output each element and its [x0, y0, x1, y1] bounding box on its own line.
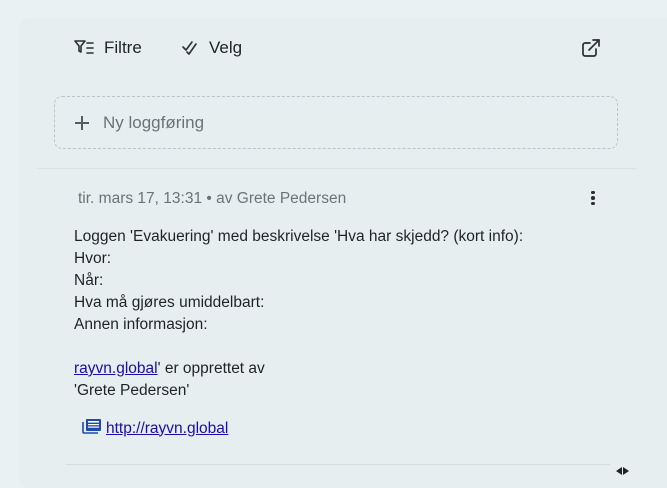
plus-icon: [75, 115, 89, 130]
entry-line: Hva må gjøres umiddelbart:: [74, 294, 265, 311]
arrow-right-icon: [623, 467, 629, 475]
entry-meta: tir. mars 17, 13:31 • av Grete Pedersen: [78, 190, 347, 207]
entry-line: Hvor:: [74, 250, 112, 267]
entry-line: Loggen 'Evakuering' med beskrivelse 'Hva…: [74, 228, 524, 245]
entry-line: Annen informasjon:: [74, 316, 208, 333]
filter-icon: [74, 39, 94, 57]
open-external-button[interactable]: [581, 36, 601, 60]
select-label: Velg: [209, 38, 243, 57]
link-suffix: ' er opprettet av: [157, 360, 265, 377]
attachment-link[interactable]: http://rayvn.global: [82, 418, 228, 439]
section-divider: [37, 168, 637, 169]
entry-line: Når:: [74, 272, 104, 289]
filter-label: Filtre: [104, 38, 142, 57]
entry-divider: [66, 464, 610, 465]
new-entry-placeholder: Ny loggføring: [103, 112, 205, 132]
entry-body: Loggen 'Evakuering' med beskrivelse 'Hva…: [74, 226, 523, 402]
open-external-icon: [581, 38, 601, 58]
attachment-url[interactable]: http://rayvn.global: [106, 420, 228, 438]
entry-line: [74, 336, 523, 358]
new-entry-input[interactable]: Ny loggføring: [54, 96, 618, 149]
double-check-icon: [181, 39, 199, 57]
link-card-icon: [82, 418, 102, 439]
resize-handle[interactable]: [616, 467, 629, 475]
entry-link-line: rayvn.global' er opprettet av: [74, 358, 523, 380]
filter-button[interactable]: Filtre: [74, 36, 142, 60]
kebab-menu-icon[interactable]: [584, 188, 602, 208]
rayvn-link[interactable]: rayvn.global: [74, 360, 158, 377]
arrow-left-icon: [616, 467, 622, 475]
entry-line: 'Grete Pedersen': [74, 382, 190, 399]
select-button[interactable]: Velg: [181, 36, 242, 60]
